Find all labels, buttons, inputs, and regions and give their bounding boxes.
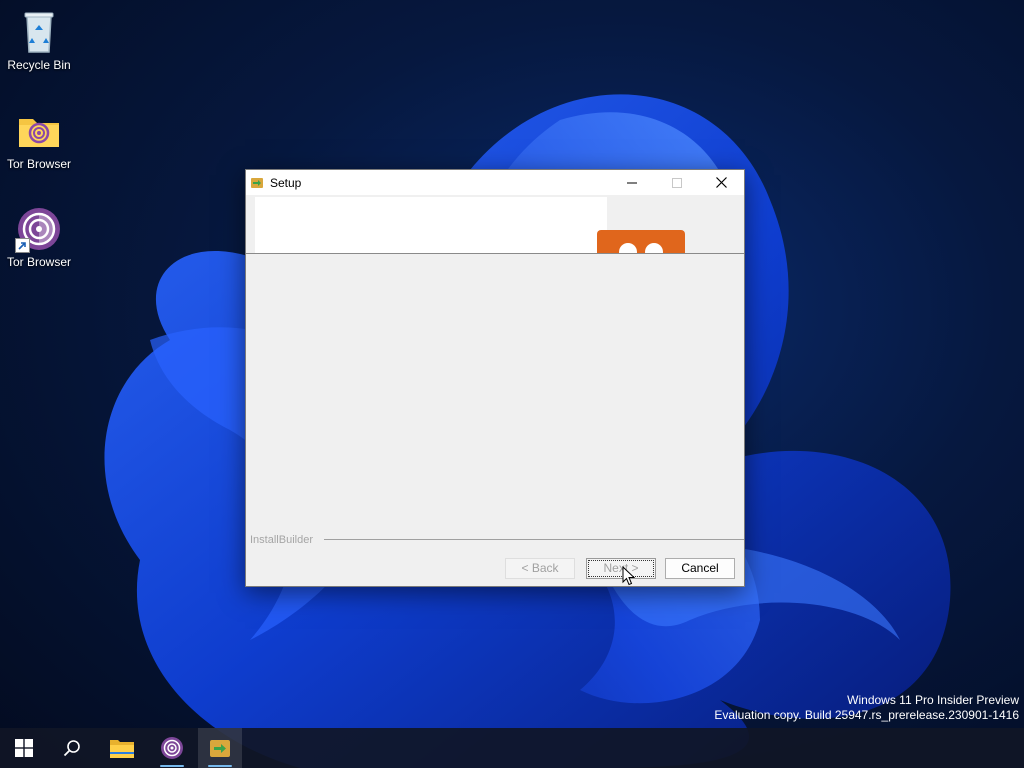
desktop-icon-label: Tor Browser (6, 157, 71, 171)
back-button[interactable]: < Back (505, 558, 575, 579)
shortcut-arrow-icon (15, 238, 30, 253)
watermark-line-1: Windows 11 Pro Insider Preview (847, 693, 1019, 707)
cancel-button[interactable]: Cancel (665, 558, 735, 579)
taskbar-file-explorer[interactable] (100, 728, 144, 768)
desktop-icon-tor-browser-folder[interactable]: Tor Browser (2, 107, 76, 171)
title-bar[interactable]: Setup (246, 170, 744, 195)
maximize-icon (671, 177, 682, 188)
search-button[interactable] (50, 728, 94, 768)
desktop-icon-tor-browser-shortcut[interactable]: Tor Browser (2, 205, 76, 269)
installer-logo-icon (597, 230, 685, 254)
start-button[interactable] (2, 728, 46, 768)
desktop-icon-recycle-bin[interactable]: Recycle Bin (2, 8, 76, 72)
header-banner (246, 195, 744, 254)
desktop-icon-label: Tor Browser (6, 255, 71, 269)
setup-app-icon (210, 740, 230, 757)
running-indicator (160, 765, 184, 767)
tor-browser-icon (15, 205, 63, 253)
window-title: Setup (270, 176, 302, 190)
taskbar (0, 728, 1024, 768)
minimize-button[interactable] (609, 170, 654, 195)
setup-app-icon (250, 175, 264, 189)
recycle-bin-icon (15, 8, 63, 56)
taskbar-setup[interactable] (198, 728, 242, 768)
folder-icon (15, 107, 63, 155)
mouse-cursor-icon (622, 566, 636, 586)
footer-divider (324, 539, 744, 540)
installbuilder-label: InstallBuilder (250, 534, 317, 546)
search-icon (63, 740, 80, 757)
close-icon (716, 177, 727, 188)
watermark-line-2: Evaluation copy. Build 25947.rs_prerelea… (714, 708, 1019, 722)
close-button[interactable] (699, 170, 744, 195)
header-panel (255, 197, 607, 253)
desktop-icon-label: Recycle Bin (7, 58, 71, 72)
setup-window[interactable]: Setup InstallBuilder < Back Next > Cance… (245, 169, 745, 587)
minimize-icon (626, 182, 637, 183)
start-icon (15, 739, 33, 757)
active-indicator (208, 765, 232, 767)
next-button[interactable]: Next > (586, 558, 656, 579)
tor-browser-icon (161, 737, 183, 759)
taskbar-tor-browser[interactable] (150, 728, 194, 768)
file-explorer-icon (110, 740, 134, 758)
content-area (246, 254, 744, 534)
windows-watermark: Windows 11 Pro Insider Preview Evaluatio… (714, 693, 1019, 723)
maximize-button (654, 170, 699, 195)
